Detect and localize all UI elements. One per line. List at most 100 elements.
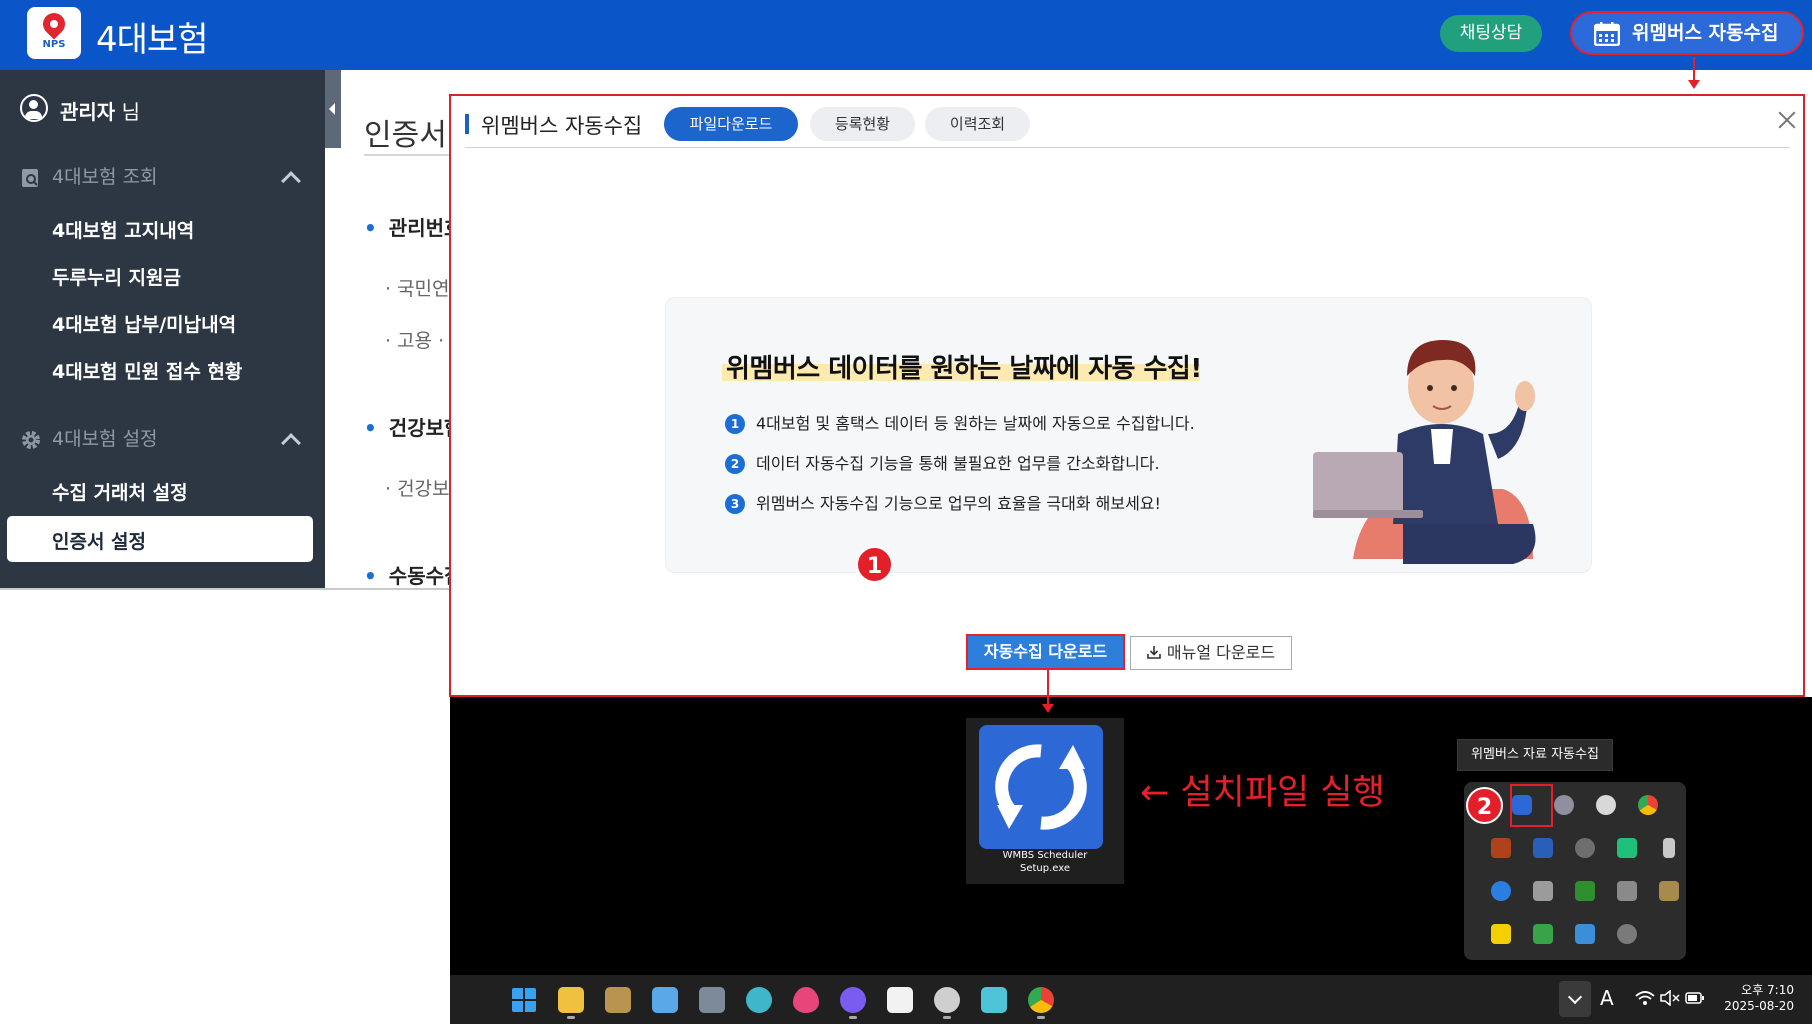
- speaker-muted-icon[interactable]: [1660, 990, 1680, 1006]
- gear-icon: [22, 430, 40, 449]
- tab-registration-status[interactable]: 등록현황: [810, 107, 915, 141]
- section-subitem: · 고용 ·: [385, 330, 445, 352]
- notepad-icon[interactable]: [652, 987, 678, 1013]
- tab-file-download[interactable]: 파일다운로드: [664, 107, 798, 141]
- promo-point: 3 위멤버스 자동수집 기능으로 업무의 효율을 극대화 해보세요!: [725, 490, 1161, 514]
- manual-button-label: 매뉴얼 다운로드: [1166, 643, 1276, 662]
- sync-arrows-icon: [995, 744, 1087, 830]
- drop-icon[interactable]: [793, 987, 819, 1013]
- chevron-up-icon[interactable]: [281, 433, 301, 453]
- running-indicator: [1037, 1016, 1045, 1019]
- logo-text: NPS: [42, 39, 66, 50]
- network-icon[interactable]: [1533, 924, 1553, 944]
- show-hidden-icons-chevron-icon[interactable]: [1559, 981, 1591, 1017]
- top-header: NPS 4대보험 채팅상담 위멤버스 자동수집: [0, 0, 1812, 70]
- file-explorer-icon[interactable]: [558, 987, 584, 1013]
- chat-bubble-icon[interactable]: [1554, 795, 1574, 815]
- usb-icon[interactable]: [1663, 838, 1675, 858]
- number-2-icon: 2: [725, 454, 745, 474]
- user-icon: [20, 94, 48, 122]
- input-language-indicator[interactable]: A: [1600, 986, 1614, 1010]
- battery-icon[interactable]: [1685, 990, 1705, 1006]
- download-icon: [1147, 646, 1161, 659]
- clock-time: 오후 7:10: [1741, 983, 1794, 997]
- sidebar-item-notice[interactable]: 4대보험 고지내역: [52, 216, 194, 243]
- calculator-icon[interactable]: [699, 987, 725, 1013]
- c-app-icon[interactable]: [1533, 838, 1553, 858]
- promo-banner: 위멤버스 데이터를 원하는 날짜에 자동 수집! 1 4대보험 및 홈택스 데이터…: [665, 297, 1592, 573]
- section-heading: 관리번호: [364, 212, 463, 241]
- arrow-head: [1688, 80, 1700, 89]
- sidebar-item-complaint[interactable]: 4대보험 민원 접수 현황: [52, 357, 242, 384]
- sidebar-item-label: 인증서 설정: [52, 531, 147, 553]
- number-3-icon: 3: [725, 494, 745, 514]
- shield-icon[interactable]: [1575, 924, 1595, 944]
- chrome-icon[interactable]: [1638, 795, 1658, 815]
- location-pin-icon: [38, 8, 70, 40]
- tray-selection-highlight: [1510, 784, 1553, 827]
- sidebar-item-clients[interactable]: 수집 거래처 설정: [52, 478, 188, 505]
- manual-download-button[interactable]: 매뉴얼 다운로드: [1130, 636, 1292, 670]
- kakaotalk-icon[interactable]: [1491, 924, 1511, 944]
- promo-point: 2 데이터 자동수집 기능을 통해 불필요한 업무를 간소화합니다.: [725, 450, 1160, 474]
- chat-consult-button[interactable]: 채팅상담: [1440, 15, 1542, 52]
- office-icon[interactable]: [1491, 838, 1511, 858]
- section-subitem: · 국민연: [385, 278, 450, 300]
- run-installer-annotation: ← 설치파일 실행: [1140, 773, 1385, 813]
- crop-icon[interactable]: [1659, 881, 1679, 901]
- clock[interactable]: 오후 7:10 2025-08-20: [1714, 982, 1794, 1014]
- auto-collect-download-button[interactable]: 자동수집 다운로드: [966, 634, 1125, 670]
- nvidia-icon[interactable]: [1575, 881, 1595, 901]
- nps-logo[interactable]: NPS: [27, 7, 81, 59]
- notion-icon[interactable]: [887, 987, 913, 1013]
- page-title: 인증서: [364, 118, 447, 153]
- collect-button-label: 위멤버스 자동수집: [1632, 22, 1779, 44]
- tab-history[interactable]: 이력조회: [925, 107, 1030, 141]
- promo-point-text: 데이터 자동수집 기능을 통해 불필요한 업무를 간소화합니다.: [756, 454, 1160, 473]
- kinesis-icon[interactable]: [1617, 838, 1637, 858]
- sidebar-group-settings[interactable]: 4대보험 설정: [20, 424, 158, 451]
- sidebar-group-inquiry[interactable]: 4대보험 조회: [20, 162, 158, 189]
- sidebar-group-label: 4대보험 설정: [52, 428, 158, 450]
- wembers-auto-collect-button[interactable]: 위멤버스 자동수집: [1570, 11, 1804, 55]
- section-subitem: · 건강보: [385, 478, 450, 500]
- title-accent-bar: [465, 114, 469, 134]
- promo-point-text: 위멤버스 자동수집 기능으로 업무의 효율을 극대화 해보세요!: [756, 494, 1161, 513]
- chevron-up-icon[interactable]: [281, 171, 301, 191]
- windows-start-icon[interactable]: [511, 987, 537, 1013]
- paint-icon[interactable]: [746, 987, 772, 1013]
- folder-icon[interactable]: [1533, 881, 1553, 901]
- link-icon[interactable]: [1575, 838, 1595, 858]
- page-bottom-border: [0, 588, 450, 590]
- sidebar-collapse-toggle[interactable]: [325, 70, 341, 148]
- bird-icon[interactable]: [981, 987, 1007, 1013]
- running-indicator: [849, 1016, 857, 1019]
- modal-title: 위멤버스 자동수집: [481, 114, 643, 138]
- wifi-icon[interactable]: [1635, 990, 1655, 1006]
- running-indicator: [943, 1016, 951, 1019]
- sync-app-icon: [979, 725, 1103, 849]
- bluetooth-icon[interactable]: [1491, 881, 1511, 901]
- file-name-line2: Setup.exe: [1019, 863, 1071, 874]
- promo-point: 1 4대보험 및 홈택스 데이터 등 원하는 날짜에 자동으로 수집합니다.: [725, 410, 1195, 434]
- close-icon[interactable]: [1776, 109, 1798, 131]
- promo-heading: 위멤버스 데이터를 원하는 날짜에 자동 수집!: [726, 354, 1202, 384]
- sidebar: 관리자 님 4대보험 조회 4대보험 고지내역 두루누리 지원금 4대보험 납부…: [0, 70, 325, 590]
- chrome-icon[interactable]: [1028, 987, 1054, 1013]
- clock-date: 2025-08-20: [1724, 999, 1794, 1013]
- sidebar-item-certificate[interactable]: 인증서 설정: [7, 516, 313, 562]
- sidebar-item-durunuri[interactable]: 두루누리 지원금: [52, 263, 181, 290]
- title-divider: [364, 154, 454, 156]
- apple-icon[interactable]: [934, 987, 960, 1013]
- cloud-off-icon[interactable]: [1617, 924, 1637, 944]
- promo-point-text: 4대보험 및 홈택스 데이터 등 원하는 날짜에 자동으로 수집합니다.: [756, 414, 1195, 433]
- display-icon[interactable]: [1617, 881, 1637, 901]
- setup-file-name: WMBS Scheduler Setup.exe: [966, 849, 1124, 875]
- sidebar-item-payment[interactable]: 4대보험 납부/미납내역: [52, 310, 236, 337]
- app-title: 4대보험: [96, 20, 208, 60]
- setup-file-tile[interactable]: WMBS Scheduler Setup.exe: [966, 718, 1124, 884]
- gear-icon[interactable]: [1596, 795, 1616, 815]
- messenger-icon[interactable]: [840, 987, 866, 1013]
- crop-tool-icon[interactable]: [605, 987, 631, 1013]
- running-indicator: [567, 1016, 575, 1019]
